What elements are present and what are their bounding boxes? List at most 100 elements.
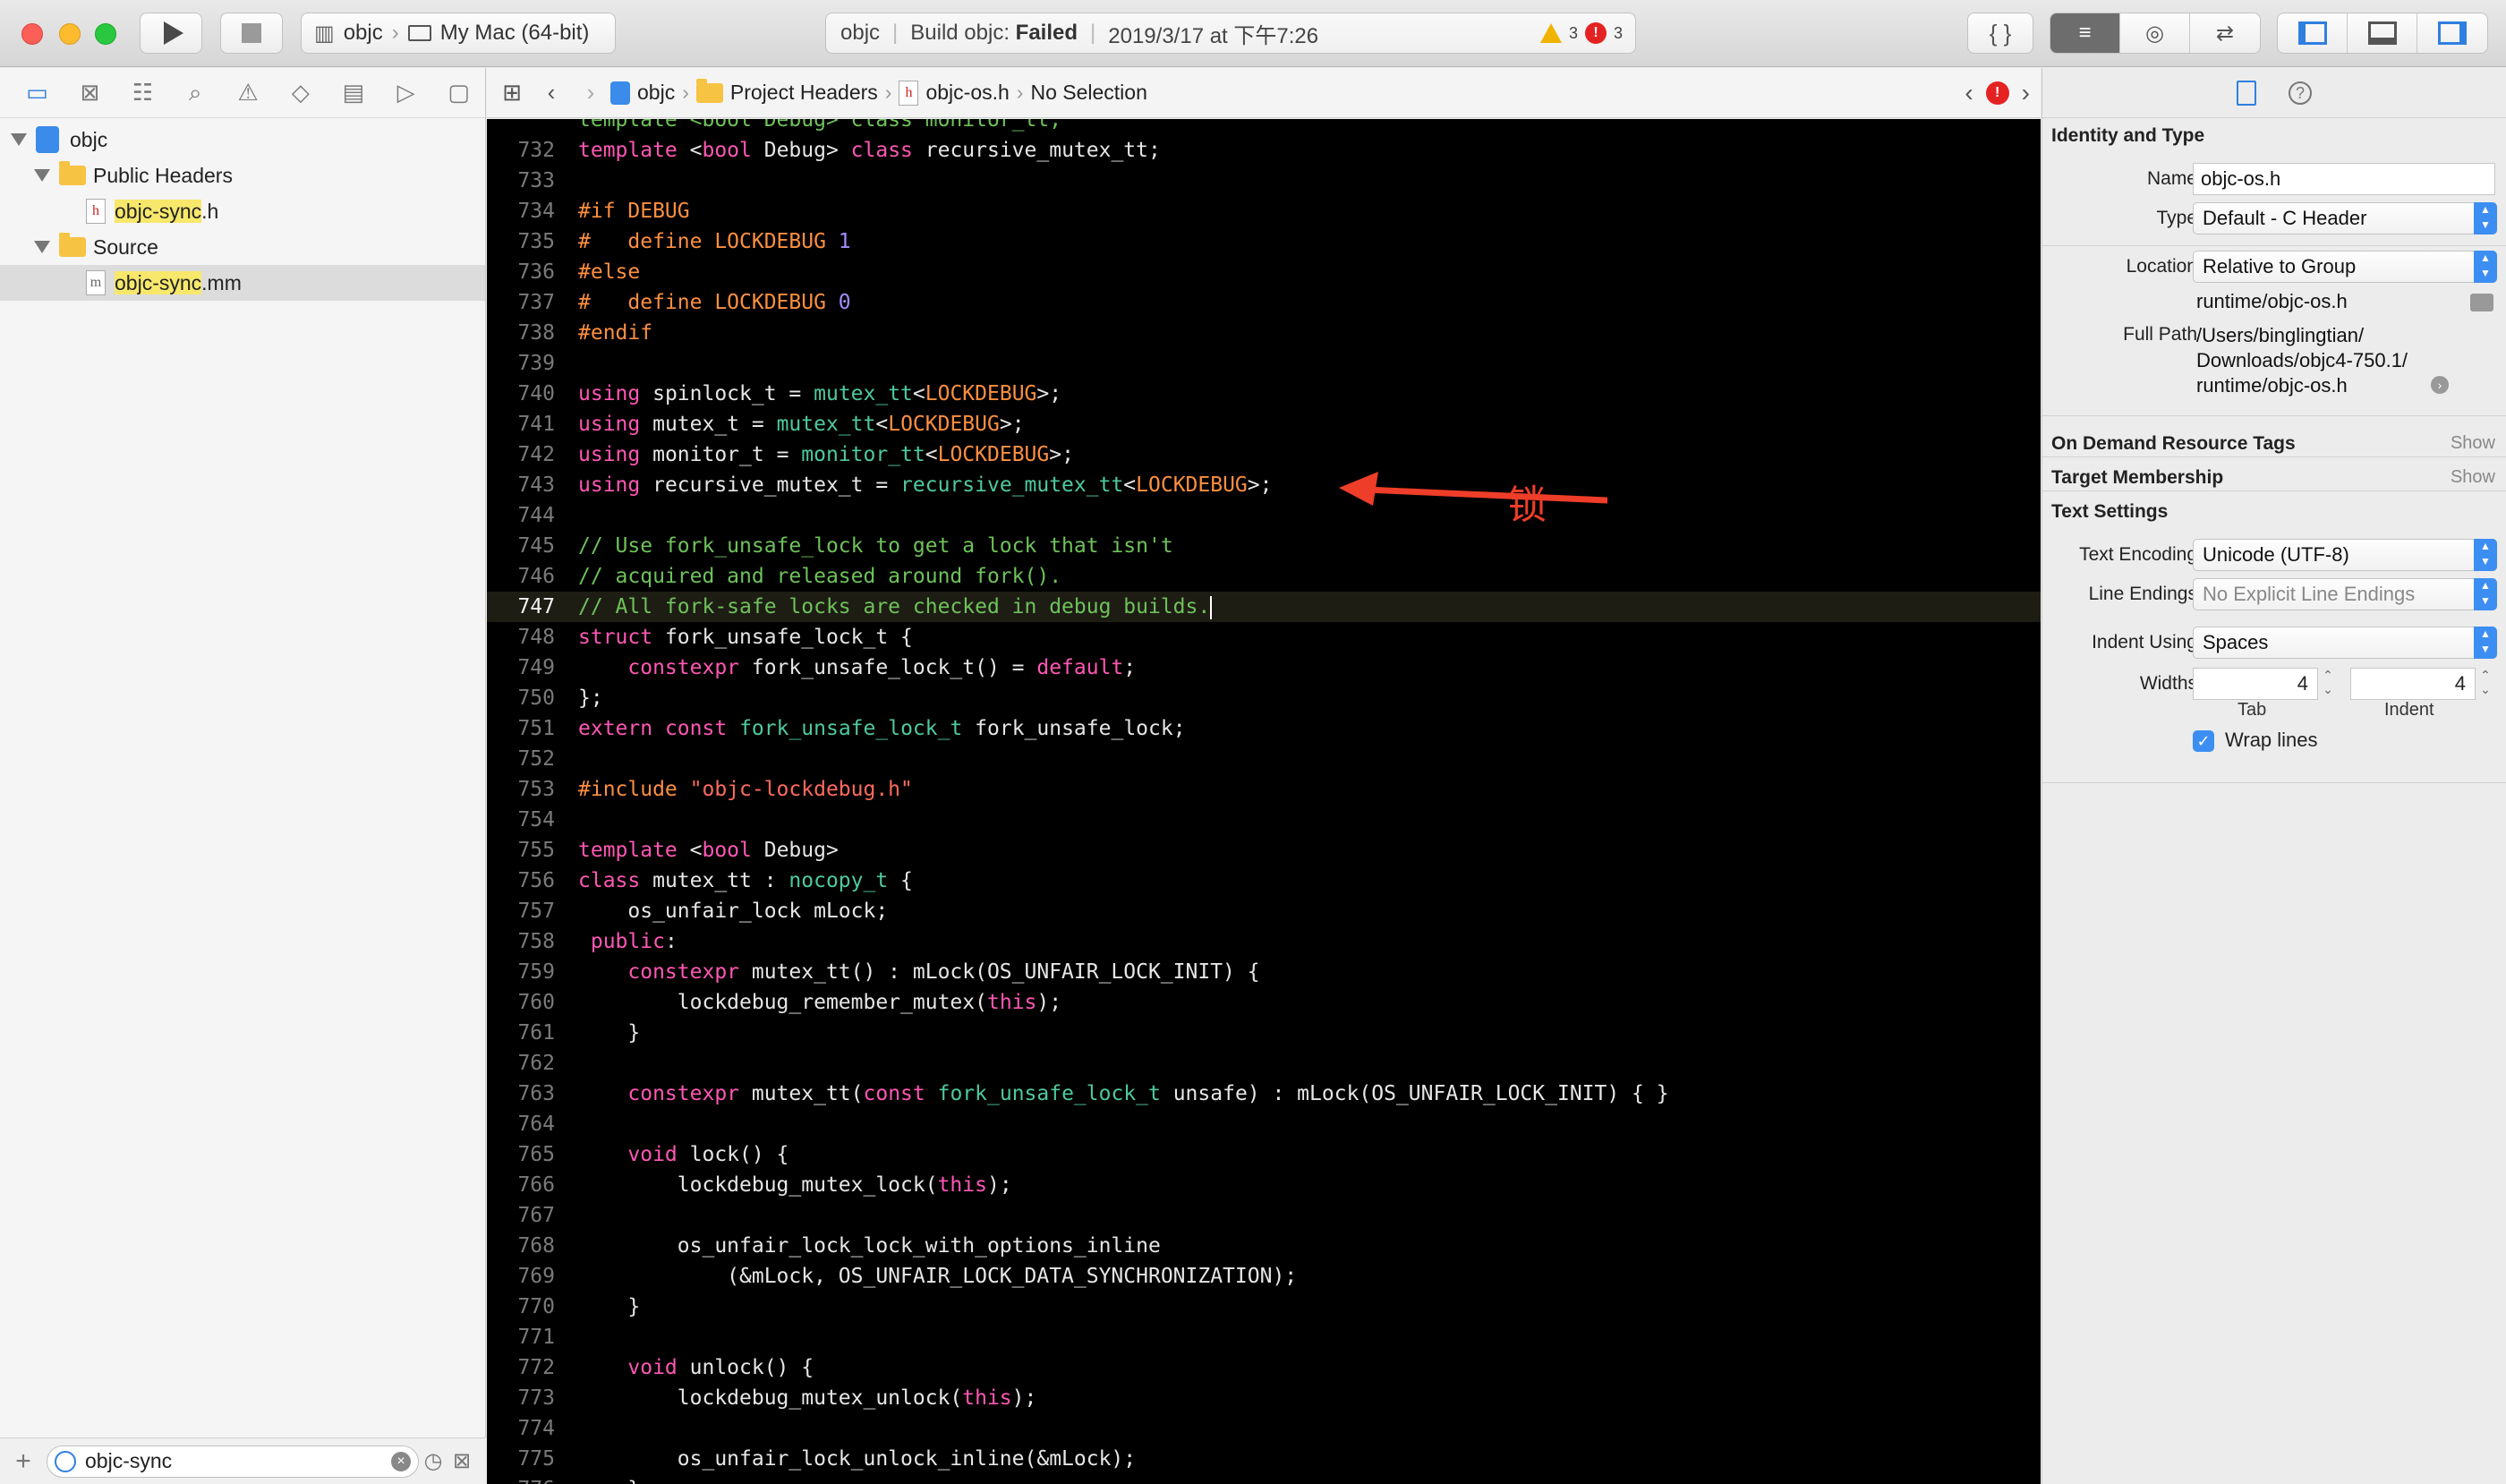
tree-item-source[interactable]: Source (0, 229, 485, 265)
line-number[interactable]: 756 (487, 866, 555, 896)
line-number[interactable]: 744 (487, 500, 555, 531)
line-number[interactable]: 748 (487, 622, 555, 652)
line-number[interactable]: 773 (487, 1383, 555, 1413)
source-control-icon[interactable]: ⊠ (64, 79, 116, 107)
code-line[interactable]: 751 extern const fork_unsafe_lock_t fork_… (487, 713, 2041, 744)
code-line[interactable]: 765 void lock() { (487, 1139, 2041, 1170)
code-line[interactable]: 742 using monitor_t = monitor_tt<LOCKDEBU… (487, 439, 2041, 470)
previous-issue-icon[interactable]: ‹ (1965, 79, 1973, 107)
location-popup[interactable]: Relative to Group ▲ ▼ (2193, 251, 2497, 283)
code-line[interactable]: 739 (487, 348, 2041, 379)
line-number[interactable]: 746 (487, 561, 555, 592)
code-line[interactable]: 749 constexpr fork_unsafe_lock_t() = def… (487, 652, 2041, 683)
show-button[interactable]: Show (2451, 433, 2495, 454)
library-button[interactable]: { } (1967, 13, 2033, 54)
code-line[interactable]: 733 (487, 166, 2041, 196)
source-editor[interactable]: template <bool Debug> class monitor_tt; 7… (487, 119, 2041, 1484)
code-line[interactable]: 768 os_unfair_lock_lock_with_options_inl… (487, 1231, 2041, 1261)
code-line[interactable]: 759 constexpr mutex_tt() : mLock(OS_UNFA… (487, 957, 2041, 987)
folder-icon[interactable]: ▭ (11, 79, 64, 107)
code-line[interactable]: 732 template <bool Debug> class recursive… (487, 135, 2041, 166)
assistant-editor-button[interactable]: ◎ (2120, 13, 2190, 53)
reveal-folder-icon[interactable] (2470, 294, 2493, 311)
window-zoom-button[interactable] (95, 23, 116, 45)
line-number[interactable]: 775 (487, 1444, 555, 1474)
indent-width-field[interactable]: 4 (2350, 668, 2476, 700)
toggle-inspector-button[interactable] (2417, 13, 2487, 53)
scheme-selector[interactable]: ▥ objc › My Mac (64-bit) (301, 13, 616, 54)
line-number[interactable]: 757 (487, 896, 555, 926)
source-control-filter-icon[interactable]: ⊠ (448, 1448, 476, 1474)
line-number[interactable]: 767 (487, 1200, 555, 1231)
line-number[interactable]: 735 (487, 226, 555, 257)
breadcrumb-selection[interactable]: No Selection (1030, 81, 1146, 105)
disclosure-icon[interactable] (34, 169, 50, 182)
line-number[interactable]: 766 (487, 1170, 555, 1200)
line-number[interactable]: 742 (487, 439, 555, 470)
back-icon[interactable]: ‹ (532, 79, 571, 107)
line-number[interactable]: 776 (487, 1474, 555, 1484)
show-button[interactable]: Show (2451, 467, 2495, 488)
code-line[interactable]: 772 void unlock() { (487, 1352, 2041, 1383)
line-number[interactable]: 764 (487, 1109, 555, 1139)
line-number[interactable]: 758 (487, 926, 555, 957)
related-items-icon[interactable]: ⊞ (492, 79, 532, 107)
line-number[interactable]: 760 (487, 987, 555, 1018)
tree-item-project[interactable]: objc (0, 122, 485, 158)
tree-item-objc-sync-h[interactable]: h objc-sync.h (0, 193, 485, 229)
code-line[interactable]: 738 #endif (487, 318, 2041, 348)
quick-help-icon[interactable]: ? (2289, 81, 2312, 105)
code-line[interactable]: 754 (487, 805, 2041, 835)
code-line[interactable]: 775 os_unfair_lock_unlock_inline(&mLock)… (487, 1444, 2041, 1474)
breadcrumb-group[interactable]: Project Headers (695, 78, 878, 105)
code-line[interactable]: 744 (487, 500, 2041, 531)
breadcrumb-file[interactable]: h objc-os.h (899, 80, 1010, 106)
line-number[interactable]: 762 (487, 1048, 555, 1079)
clear-icon[interactable]: × (391, 1451, 411, 1471)
code-line[interactable]: 745 // Use fork_unsafe_lock to get a lock… (487, 531, 2041, 561)
line-number[interactable]: 732 (487, 135, 555, 166)
window-minimize-button[interactable] (59, 23, 81, 45)
code-line[interactable]: 774 (487, 1413, 2041, 1444)
line-number[interactable]: 750 (487, 683, 555, 713)
window-close-button[interactable] (21, 23, 43, 45)
line-number[interactable]: 736 (487, 257, 555, 287)
line-number[interactable]: 737 (487, 287, 555, 318)
line-number[interactable]: 752 (487, 744, 555, 774)
disclosure-icon[interactable] (11, 133, 27, 146)
line-number[interactable]: 754 (487, 805, 555, 835)
code-line[interactable]: 735 # define LOCKDEBUG 1 (487, 226, 2041, 257)
code-line[interactable]: 766 lockdebug_mutex_lock(this); (487, 1170, 2041, 1200)
line-number[interactable]: 747 (487, 592, 555, 622)
next-issue-icon[interactable]: › (2022, 79, 2030, 107)
forward-icon[interactable]: › (571, 79, 610, 107)
code-line[interactable]: 761 } (487, 1018, 2041, 1048)
code-line[interactable]: 737 # define LOCKDEBUG 0 (487, 287, 2041, 318)
code-line[interactable]: 747 // All fork-safe locks are checked in… (487, 592, 2041, 622)
line-number[interactable]: 761 (487, 1018, 555, 1048)
error-icon[interactable]: ! (1985, 81, 2009, 105)
tree-item-objc-sync-mm[interactable]: m objc-sync.mm (0, 265, 485, 301)
name-field[interactable]: objc-os.h (2193, 163, 2495, 195)
run-button[interactable] (140, 13, 202, 54)
code-line[interactable]: 769 (&mLock, OS_UNFAIR_LOCK_DATA_SYNCHRO… (487, 1261, 2041, 1292)
line-number[interactable]: 734 (487, 196, 555, 226)
code-line[interactable]: 746 // acquired and released around fork(… (487, 561, 2041, 592)
line-number[interactable]: 741 (487, 409, 555, 439)
code-line[interactable]: 763 constexpr mutex_tt(const fork_unsafe… (487, 1079, 2041, 1109)
reveal-in-finder-icon[interactable]: › (2431, 376, 2449, 394)
code-line[interactable]: 771 (487, 1322, 2041, 1352)
code-line[interactable]: 736 #else (487, 257, 2041, 287)
issue-badges[interactable]: 3 ! 3 (1539, 22, 1623, 44)
line-number[interactable]: 774 (487, 1413, 555, 1444)
wrap-lines-checkbox[interactable]: ✓ (2193, 730, 2214, 752)
search-icon[interactable]: ⌕ (169, 79, 222, 107)
breadcrumb-project[interactable]: objc (610, 81, 675, 105)
code-line[interactable]: 776 } (487, 1474, 2041, 1484)
line-number[interactable]: 759 (487, 957, 555, 987)
line-number[interactable]: 749 (487, 652, 555, 683)
symbol-icon[interactable]: ☷ (116, 79, 169, 107)
indent-using-popup[interactable]: Spaces ▲ ▼ (2193, 627, 2497, 659)
line-number[interactable]: 769 (487, 1261, 555, 1292)
endings-popup[interactable]: No Explicit Line Endings ▲ ▼ (2193, 578, 2497, 610)
